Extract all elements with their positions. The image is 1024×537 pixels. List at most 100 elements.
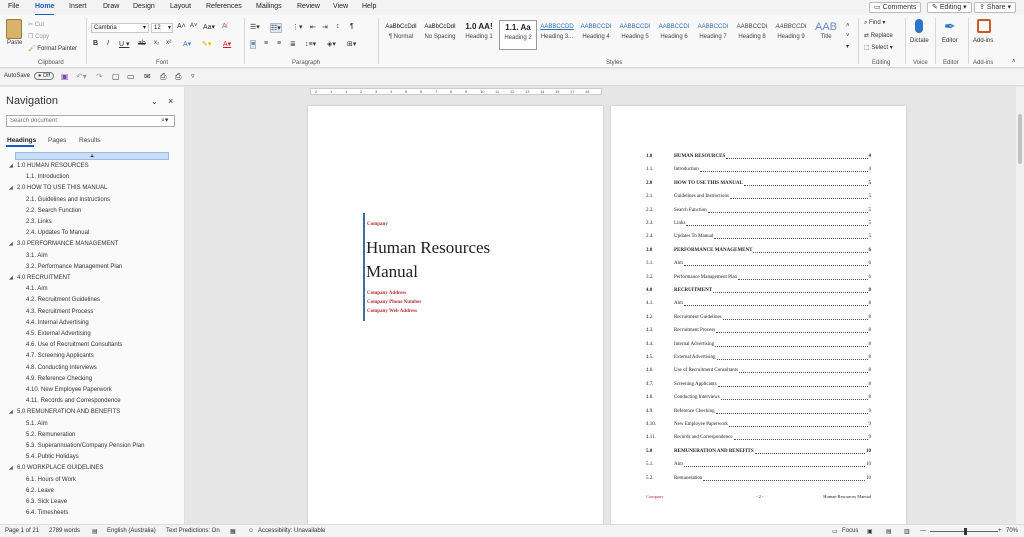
collapse-triangle-icon[interactable]: ◢ — [9, 409, 13, 415]
style-heading-3[interactable]: AABBCCDD Heading 3... — [538, 20, 576, 50]
underline-button[interactable]: U ▾ — [119, 40, 130, 48]
share-button[interactable]: ⇪ Share ▾ — [974, 2, 1016, 13]
macro-icon[interactable]: ▦ — [230, 528, 236, 535]
style-heading-1[interactable]: 1.0 AA! Heading 1 — [460, 20, 498, 50]
nav-heading-item[interactable]: 4.5. External Advertising — [26, 331, 91, 337]
accessibility-status[interactable]: Accessibility: Unavailable — [258, 528, 325, 534]
toc-row[interactable]: 4.6. Use of Recruitment Consultants 8 — [646, 368, 871, 376]
multilevel-list-icon[interactable]: ⋮▾ — [292, 23, 303, 31]
nav-heading-item[interactable]: ◢ 6.0 WORKPLACE GUIDELINES — [9, 465, 103, 471]
toc-row[interactable]: 1.1. Introduction 4 — [646, 167, 871, 175]
editor-icon[interactable]: ✒ — [944, 18, 956, 35]
nav-heading-item[interactable]: 6.4. Timesheets — [26, 510, 68, 516]
toc-row[interactable]: 5.0 REMUNERATION AND BENEFITS 10 — [646, 449, 871, 457]
toc-row[interactable]: 2.4. Updates To Manual 5 — [646, 234, 871, 242]
nav-heading-item[interactable]: 5.3. Superannuation/Company Pension Plan — [26, 443, 144, 449]
new-document-icon[interactable]: ▢ — [112, 72, 120, 81]
editing-mode-button[interactable]: ✎ Editing ▾ — [927, 2, 972, 13]
font-name-dropdown[interactable]: Cambria ▾ — [91, 23, 149, 33]
open-icon[interactable]: ▭ — [127, 72, 135, 81]
search-input[interactable] — [6, 115, 175, 127]
toc-row[interactable]: 5.1. Aim 10 — [646, 462, 871, 470]
cut-button[interactable]: ✂ Cut — [28, 21, 44, 28]
style-heading-8[interactable]: AABBCCDI Heading 8 — [733, 20, 771, 50]
nav-heading-item[interactable]: 4.3. Recruitment Process — [26, 309, 93, 315]
redo-icon[interactable]: ↷ — [96, 72, 103, 81]
bold-button[interactable]: B — [93, 40, 98, 47]
nav-heading-item[interactable]: ◢ 4.0 RECRUITMENT — [9, 275, 71, 281]
menu-home[interactable]: Home — [35, 3, 55, 16]
bullets-icon[interactable]: ☰▾ — [250, 23, 260, 31]
menu-draw[interactable]: Draw — [103, 3, 119, 10]
nav-heading-item[interactable]: 3.2. Performance Management Plan — [26, 264, 122, 270]
email-icon[interactable]: ✉ — [144, 72, 151, 81]
format-painter-button[interactable]: 🖌 Format Painter — [28, 45, 77, 52]
read-mode-icon[interactable]: ▣ — [867, 528, 873, 535]
text-predictions-status[interactable]: Text Predictions: On — [166, 528, 220, 534]
style-title[interactable]: AAB Title — [811, 20, 841, 50]
menu-view[interactable]: View — [333, 3, 348, 10]
tab-pages[interactable]: Pages — [48, 137, 66, 144]
nav-heading-item[interactable]: 6.1. Hours of Work — [26, 477, 76, 483]
borders-icon[interactable]: ⊞▾ — [347, 40, 356, 48]
toc-row[interactable]: 4.2. Recruitment Guidelines 8 — [646, 315, 871, 323]
subscript-button[interactable]: x₂ — [154, 40, 159, 46]
toc-row[interactable]: 4.8. Conducting Interviews 8 — [646, 395, 871, 403]
collapse-triangle-icon[interactable]: ◢ — [9, 465, 13, 471]
zoom-level[interactable]: 70% — [1006, 528, 1018, 534]
font-size-dropdown[interactable]: 12 ▾ — [151, 23, 173, 33]
editor-button[interactable]: Editor — [942, 38, 958, 44]
nav-heading-item[interactable]: ◢ 2.0 HOW TO USE THIS MANUAL — [9, 185, 107, 191]
menu-insert[interactable]: Insert — [69, 3, 87, 10]
style-heading-5[interactable]: AABBCCDI Heading 5 — [616, 20, 654, 50]
paste-icon[interactable] — [6, 19, 22, 39]
toc-row[interactable]: 1.0 HUMAN RESOURCES 4 — [646, 154, 871, 162]
toc-row[interactable]: 4.1. Aim 8 — [646, 301, 871, 309]
copy-button[interactable]: ❐ Copy — [28, 33, 49, 40]
text-effects-icon[interactable]: A▾ — [183, 40, 191, 48]
nav-heading-item[interactable]: ◢ 1.0 HUMAN RESOURCES — [9, 163, 89, 169]
change-case-icon[interactable]: Aa▾ — [203, 23, 215, 31]
nav-heading-item[interactable]: 2.1. Guidelines and Instructions — [26, 197, 110, 203]
align-right-icon[interactable]: ≡ — [277, 40, 281, 47]
nav-heading-item[interactable]: 4.8. Conducting Interviews — [26, 365, 97, 371]
menu-review[interactable]: Review — [297, 3, 320, 10]
toc-row[interactable]: 4.11. Records and Correspondence 9 — [646, 435, 871, 443]
styles-more-icon[interactable]: ▾ — [846, 43, 849, 50]
menu-layout[interactable]: Layout — [170, 3, 191, 10]
collapse-triangle-icon[interactable]: ◢ — [9, 241, 13, 247]
collapse-ribbon-icon[interactable]: ˄ — [1012, 59, 1016, 65]
collapse-triangle-icon[interactable]: ◢ — [9, 275, 13, 281]
clear-formatting-icon[interactable]: A̸ — [222, 23, 227, 30]
select-button[interactable]: ⬚ Select ▾ — [864, 44, 893, 51]
increase-indent-icon[interactable]: ⇥ — [322, 23, 328, 31]
italic-button[interactable]: I — [107, 40, 109, 47]
styles-scroll-down-icon[interactable]: ˅ — [846, 33, 850, 39]
find-button[interactable]: ⌕ Find ▾ — [864, 19, 885, 27]
toc-row[interactable]: 4.9. Reference Checking 9 — [646, 409, 871, 417]
nav-heading-item[interactable]: ◢ 3.0 PERFORMANCE MANAGEMENT — [9, 241, 118, 247]
toc-row[interactable]: 3.1. Aim 6 — [646, 261, 871, 269]
toc-row[interactable]: 4.0 RECRUITMENT 8 — [646, 288, 871, 296]
toc-row[interactable]: 4.10. New Employee Paperwork 9 — [646, 422, 871, 430]
toc-row[interactable]: 3.2. Performance Management Plan 6 — [646, 275, 871, 283]
menu-mailings[interactable]: Mailings — [256, 3, 282, 10]
strikethrough-button[interactable]: ab — [138, 40, 146, 47]
undo-icon[interactable]: ↶▾ — [76, 72, 87, 81]
focus-button[interactable]: Focus — [842, 528, 858, 534]
save-icon[interactable]: ▣ — [61, 72, 69, 81]
nav-heading-item[interactable]: 4.9. Reference Checking — [26, 376, 92, 382]
menu-design[interactable]: Design — [133, 3, 155, 10]
menu-file[interactable]: File — [8, 3, 19, 10]
sort-icon[interactable]: ↕ — [336, 23, 340, 30]
zoom-in-button[interactable]: + — [998, 528, 1002, 534]
nav-heading-item[interactable]: 3.1. Aim — [26, 253, 48, 259]
style-heading-9[interactable]: AABBCCDI Heading 9 — [772, 20, 810, 50]
style-heading-2[interactable]: 1.1. Aa Heading 2 — [499, 20, 537, 50]
justify-icon[interactable]: ≣ — [290, 40, 296, 48]
style-heading-4[interactable]: AABBCCDI Heading 4 — [577, 20, 615, 50]
menu-references[interactable]: References — [206, 3, 242, 10]
style-heading-6[interactable]: AABBCCDI Heading 6 — [655, 20, 693, 50]
collapse-triangle-icon[interactable]: ◢ — [9, 163, 13, 169]
decrease-indent-icon[interactable]: ⇤ — [310, 23, 316, 31]
